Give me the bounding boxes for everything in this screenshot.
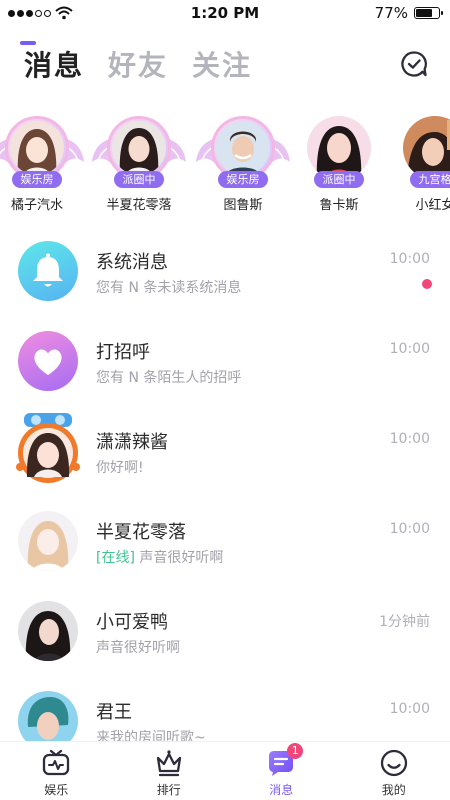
conversation-preview: 你好啊! xyxy=(96,460,144,476)
story-item[interactable]: 娱乐房 图鲁斯 xyxy=(194,112,292,213)
battery-fill xyxy=(416,9,433,17)
unread-count-badge: 1 xyxy=(287,743,304,759)
nav-label: 我的 xyxy=(381,783,406,797)
bell-icon-glyph xyxy=(33,253,63,287)
story-avatar-frame: 九宫格 xyxy=(386,112,450,192)
room-type-badge: 派圈中 xyxy=(314,171,364,188)
header-tabs: 消息 好友 关注 xyxy=(24,44,252,84)
conversation-time: 10:00 xyxy=(389,521,430,537)
conversation-name: 君王 xyxy=(96,702,132,723)
room-type-badge: 派圈中 xyxy=(114,171,164,188)
avatar xyxy=(216,121,270,175)
active-tab-indicator xyxy=(20,41,36,45)
avatar xyxy=(10,121,64,175)
tab-messages[interactable]: 消息 xyxy=(24,44,84,84)
avatar-photo xyxy=(216,121,270,175)
avatar xyxy=(16,413,80,483)
heart-icon-glyph xyxy=(34,349,62,375)
nav-label: 消息 xyxy=(269,783,294,797)
unread-dot xyxy=(422,279,432,289)
avatar-photo xyxy=(112,121,166,175)
chat-check-icon[interactable] xyxy=(400,50,428,78)
story-name: 图鲁斯 xyxy=(223,198,263,213)
crown-icon xyxy=(156,750,181,777)
nav-item-messages[interactable]: 1 消息 xyxy=(225,742,338,800)
conversation-preview: 声音很好听啊 xyxy=(96,640,180,656)
conversation-row-system[interactable]: 系统消息 您有 N 条未读系统消息 10:00 xyxy=(0,222,450,312)
conversation-name: 小可爱鸭 xyxy=(96,612,168,633)
story-avatar-frame: 娱乐房 xyxy=(194,112,292,192)
avatar-frame-icon xyxy=(16,413,80,483)
story-name: 半夏花零落 xyxy=(106,198,172,213)
nav-item-entertainment[interactable]: 娱乐 xyxy=(0,742,113,800)
room-type-badge: 娱乐房 xyxy=(12,171,62,188)
story-avatar-frame: 派圈中 xyxy=(90,112,188,192)
conversation-time: 10:00 xyxy=(389,431,430,447)
conversation-row[interactable]: 小可爱鸭 声音很好听啊 1分钟前 xyxy=(0,582,450,672)
conversation-preview-text: 声音很好听啊 xyxy=(134,550,224,566)
nav-label: 排行 xyxy=(156,783,181,797)
battery-icon xyxy=(414,7,443,19)
conversation-preview: 您有 N 条陌生人的招呼 xyxy=(96,370,242,386)
battery-percent: 77% xyxy=(374,4,408,22)
bottom-nav: 娱乐 排行 1 消息 我的 xyxy=(0,741,450,800)
heart-icon xyxy=(18,331,78,391)
conversation-preview: [在线] 声音很好听啊 xyxy=(96,547,223,567)
nav-item-ranking[interactable]: 排行 xyxy=(113,742,226,800)
battery-indicator: 77% xyxy=(374,4,443,22)
story-item[interactable]: 娱乐房 橘子汽水 xyxy=(0,112,86,213)
nav-item-profile[interactable]: 我的 xyxy=(338,742,450,800)
avatar xyxy=(18,511,78,571)
story-avatar-frame: 娱乐房 xyxy=(0,112,86,192)
tab-following[interactable]: 关注 xyxy=(192,44,252,84)
smile-icon xyxy=(380,749,407,777)
story-name: 橘子汽水 xyxy=(10,198,63,213)
conversation-time: 1分钟前 xyxy=(379,614,430,630)
avatar-photo xyxy=(10,121,64,175)
avatar-photo xyxy=(18,601,78,661)
conversation-name: 打招呼 xyxy=(96,342,150,363)
avatar xyxy=(112,121,166,175)
room-type-badge: 九宫格 xyxy=(410,171,450,188)
status-bar: 1:20 PM 77% xyxy=(0,0,450,26)
conversation-name: 系统消息 xyxy=(96,252,168,273)
bell-icon xyxy=(18,241,78,301)
conversation-time: 10:00 xyxy=(389,251,430,267)
conversation-time: 10:00 xyxy=(389,701,430,717)
conversation-time: 10:00 xyxy=(389,341,430,357)
story-name: 小红女 xyxy=(415,198,450,213)
avatar-photo xyxy=(18,511,78,571)
conversation-preview: 您有 N 条未读系统消息 xyxy=(96,280,242,296)
conversation-name: 潇潇辣酱 xyxy=(96,432,168,453)
live-rooms-row: 娱乐房 橘子汽水 派圈中 半夏花零落 娱乐房 图鲁斯 派圈中 鲁卡斯 九宫格 小… xyxy=(0,112,450,222)
online-status-tag: [在线] xyxy=(96,550,135,566)
story-item[interactable]: 九宫格 小红女 xyxy=(386,112,450,213)
story-item[interactable]: 派圈中 半夏花零落 xyxy=(90,112,188,213)
story-avatar-frame: 派圈中 xyxy=(290,112,388,192)
conversation-row[interactable]: 潇潇辣酱 你好啊! 10:00 xyxy=(0,402,450,492)
story-item[interactable]: 派圈中 鲁卡斯 xyxy=(290,112,388,213)
messages-screen: 1:20 PM 77% 消息 好友 关注 娱乐房 橘子汽水 派圈中 半夏花零落 … xyxy=(0,0,450,800)
conversation-row-greetings[interactable]: 打招呼 您有 N 条陌生人的招呼 10:00 xyxy=(0,312,450,402)
room-type-badge: 娱乐房 xyxy=(218,171,268,188)
conversation-name: 半夏花零落 xyxy=(96,522,186,543)
nav-label: 娱乐 xyxy=(44,783,69,797)
avatar xyxy=(18,601,78,661)
tv-icon xyxy=(43,749,70,776)
tab-friends[interactable]: 好友 xyxy=(108,44,168,84)
conversation-row[interactable]: 半夏花零落 [在线] 声音很好听啊 10:00 xyxy=(0,492,450,582)
story-name: 鲁卡斯 xyxy=(319,198,359,213)
